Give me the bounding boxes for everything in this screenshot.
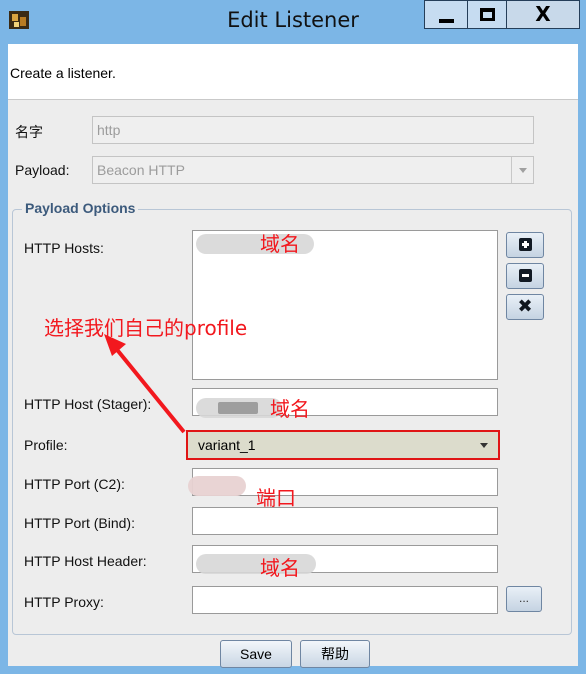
annotation-stager: 域名 <box>270 397 310 421</box>
title-bar[interactable]: Edit Listener X <box>0 0 586 44</box>
name-field[interactable]: http <box>92 116 534 144</box>
http-proxy-label: HTTP Proxy: <box>24 594 104 610</box>
http-port-bind-field[interactable] <box>192 507 498 535</box>
window-title: Edit Listener <box>227 8 359 32</box>
description-panel: Create a listener. <box>8 44 578 100</box>
remove-host-button[interactable] <box>506 263 544 289</box>
save-button[interactable]: Save <box>220 640 292 668</box>
maximize-icon <box>480 8 495 21</box>
clear-hosts-button[interactable]: ✖ <box>506 294 544 320</box>
http-proxy-field[interactable] <box>192 586 498 614</box>
http-port-c2-label: HTTP Port (C2): <box>24 476 125 492</box>
http-host-header-label: HTTP Host Header: <box>24 553 147 569</box>
close-button[interactable]: X <box>506 0 580 29</box>
help-button[interactable]: 帮助 <box>300 640 370 668</box>
http-port-bind-label: HTTP Port (Bind): <box>24 515 135 531</box>
annotation-hosts: 域名 <box>260 232 300 256</box>
description-text: Create a listener. <box>10 65 116 81</box>
chevron-down-icon <box>511 157 533 183</box>
redacted-port <box>188 476 246 496</box>
edit-listener-window: Edit Listener X Create a listener. 名字 ht… <box>0 0 586 674</box>
maximize-button[interactable] <box>467 0 507 29</box>
http-hosts-label: HTTP Hosts: <box>24 240 104 256</box>
profile-label: Profile: <box>24 437 68 453</box>
app-icon <box>9 11 29 29</box>
http-host-stager-label: HTTP Host (Stager): <box>24 396 152 412</box>
annotation-port: 端口 <box>256 486 296 510</box>
annotation-header: 域名 <box>260 556 300 580</box>
x-icon: ✖ <box>517 296 533 317</box>
add-host-button[interactable] <box>506 232 544 258</box>
name-label: 名字 <box>15 124 43 140</box>
profile-value: variant_1 <box>198 437 256 453</box>
payload-label: Payload: <box>15 162 70 178</box>
payload-select[interactable]: Beacon HTTP <box>92 156 534 184</box>
chevron-down-icon <box>476 434 494 456</box>
payload-options-title: Payload Options <box>22 200 139 216</box>
plus-square-icon <box>519 238 532 251</box>
minimize-button[interactable] <box>424 0 468 29</box>
profile-select[interactable]: variant_1 <box>186 430 500 460</box>
proxy-settings-button[interactable]: ... <box>506 586 542 612</box>
annotation-select-profile: 选择我们自己的profile <box>44 316 248 340</box>
minus-square-icon <box>519 269 532 282</box>
close-icon: X <box>535 2 551 26</box>
payload-value: Beacon HTTP <box>97 162 185 178</box>
minimize-icon <box>439 19 454 23</box>
